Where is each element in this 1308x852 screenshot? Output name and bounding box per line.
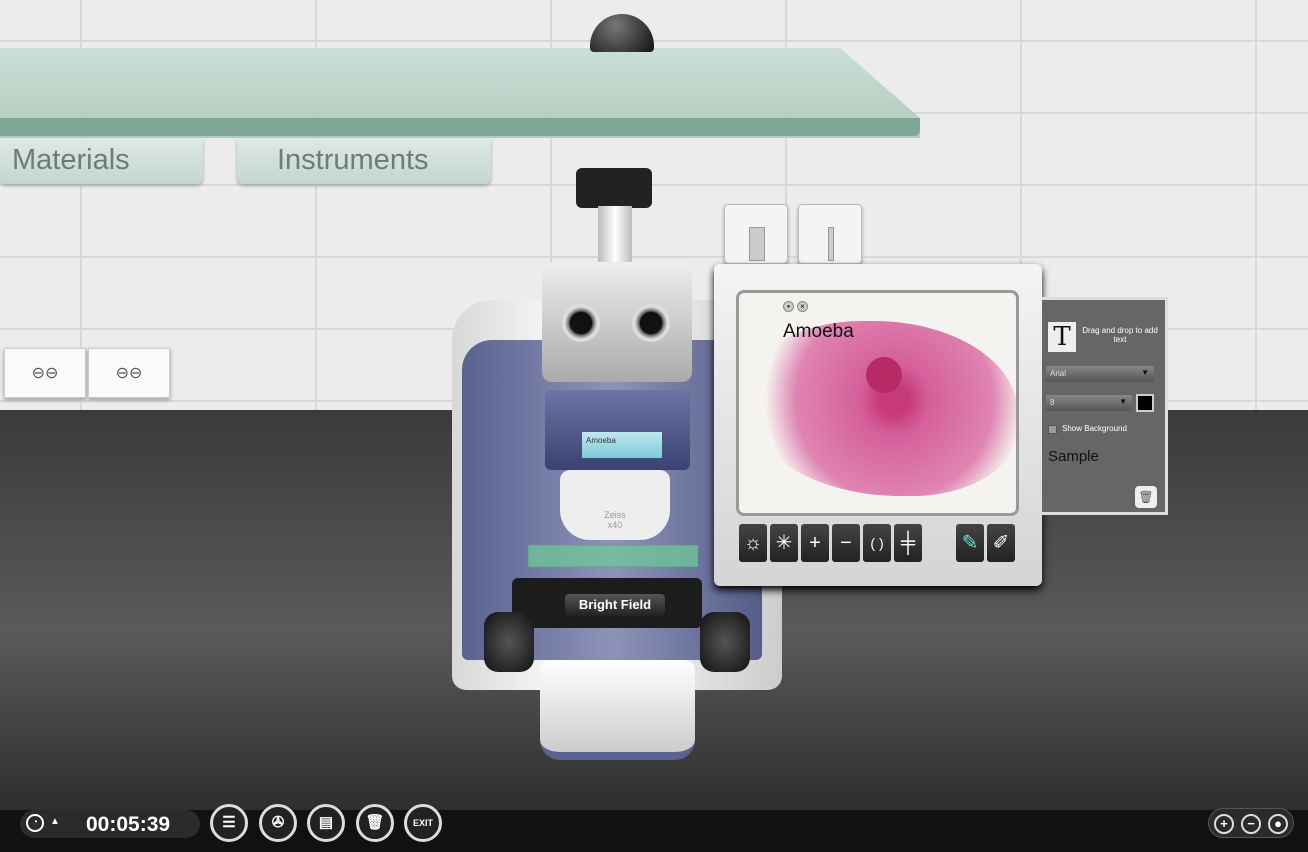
nucleus xyxy=(866,357,902,393)
power-outlet: ⊖⊖ xyxy=(88,348,170,398)
notebook-icon[interactable]: ▤ xyxy=(307,804,345,842)
show-background-label: Show Background xyxy=(1062,424,1127,433)
focus-knob[interactable] xyxy=(484,612,534,672)
zoom-out-icon[interactable]: − xyxy=(832,524,860,562)
eyepiece[interactable] xyxy=(562,304,600,342)
eyepiece-head xyxy=(542,262,692,382)
condenser xyxy=(540,660,695,760)
light-switch[interactable] xyxy=(724,204,788,264)
annotation-close-icon[interactable]: × xyxy=(797,301,808,312)
slide-label-display: Amoeba xyxy=(582,432,662,458)
elapsed-time: 00:05:39 xyxy=(86,813,171,836)
zoom-out-icon[interactable]: − xyxy=(1241,814,1261,834)
shelf-edge xyxy=(0,118,920,136)
text-tool-panel: T Drag and drop to add text Arial ▼ 8 ▼ Sh… xyxy=(1042,297,1168,515)
specimen-slide[interactable] xyxy=(528,545,698,567)
camera-icon xyxy=(576,168,652,208)
trash-icon[interactable]: 🗑 xyxy=(1135,486,1157,508)
font-size-select[interactable]: 8 ▼ xyxy=(1046,395,1132,411)
timer: ◔ ▲ 00:05:39 xyxy=(20,810,200,838)
tab-materials[interactable]: Materials xyxy=(0,138,203,184)
zoom-in-icon[interactable]: + xyxy=(1214,814,1234,834)
eyepiece[interactable] xyxy=(632,304,670,342)
specimen-view: • × Amoeba xyxy=(736,290,1019,516)
power-outlet: ⊖⊖ xyxy=(4,348,86,398)
amoeba-specimen xyxy=(743,321,1016,496)
objective-brand: Zeiss xyxy=(604,510,626,520)
focus-icon[interactable]: ( ) xyxy=(863,524,891,562)
focus-knob[interactable] xyxy=(700,612,750,672)
show-background-checkbox[interactable] xyxy=(1048,425,1057,434)
clock-icon[interactable]: ◔ xyxy=(26,814,44,832)
annotation-text[interactable]: Amoeba xyxy=(783,321,854,343)
trash-icon[interactable]: 🗑 xyxy=(356,804,394,842)
font-select[interactable]: Arial ▼ xyxy=(1046,366,1154,382)
annotate-icon[interactable]: ✎ xyxy=(956,524,984,562)
reset-view-icon[interactable]: ● xyxy=(1268,814,1288,834)
size-value: 8 xyxy=(1050,398,1055,407)
text-tool-icon[interactable]: T xyxy=(1048,322,1076,352)
brightness-icon[interactable]: ☼ xyxy=(739,524,767,562)
checklist-icon[interactable]: ☰ xyxy=(210,804,248,842)
illumination-mode-button[interactable]: Bright Field xyxy=(565,594,665,616)
zoom-in-icon[interactable]: + xyxy=(801,524,829,562)
font-value: Arial xyxy=(1050,369,1067,378)
zoom-controls: + − ● xyxy=(1208,808,1294,838)
tab-instruments[interactable]: Instruments xyxy=(237,138,491,184)
erase-icon[interactable]: ✐ xyxy=(987,524,1015,562)
sample-text: Sample xyxy=(1048,448,1099,465)
scale-icon[interactable]: ╪ xyxy=(894,524,922,562)
light-icon[interactable]: ✳ xyxy=(770,524,798,562)
text-hint: Drag and drop to add text xyxy=(1082,326,1158,344)
film-reel-icon[interactable]: ✇ xyxy=(259,804,297,842)
magnification-label: x40 xyxy=(607,520,623,530)
exit-button[interactable]: EXIT xyxy=(404,804,442,842)
objective-lens[interactable]: Zeiss x40 xyxy=(560,470,670,540)
microscope-viewer: • × Amoeba ☼ ✳ + − ( ) ╪ ✎ ✐ xyxy=(714,264,1042,586)
dimmer-switch[interactable] xyxy=(798,204,862,264)
color-picker[interactable] xyxy=(1136,394,1154,412)
expand-icon[interactable]: ▲ xyxy=(50,816,60,827)
annotation-edit-icon[interactable]: • xyxy=(783,301,794,312)
